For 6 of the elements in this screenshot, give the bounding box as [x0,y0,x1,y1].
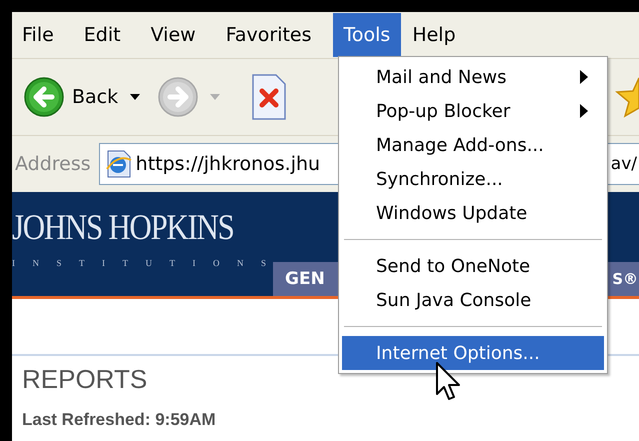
address-label: Address [15,153,91,175]
last-refreshed-text: Last Refreshed: 9:59AM [22,410,216,430]
url-text: av/ [610,154,637,174]
url-text: https://jhkronos.jhu [136,153,320,175]
page-heading: REPORTS [22,364,148,395]
logo-title: JOHNS HOPKINS [12,206,234,248]
